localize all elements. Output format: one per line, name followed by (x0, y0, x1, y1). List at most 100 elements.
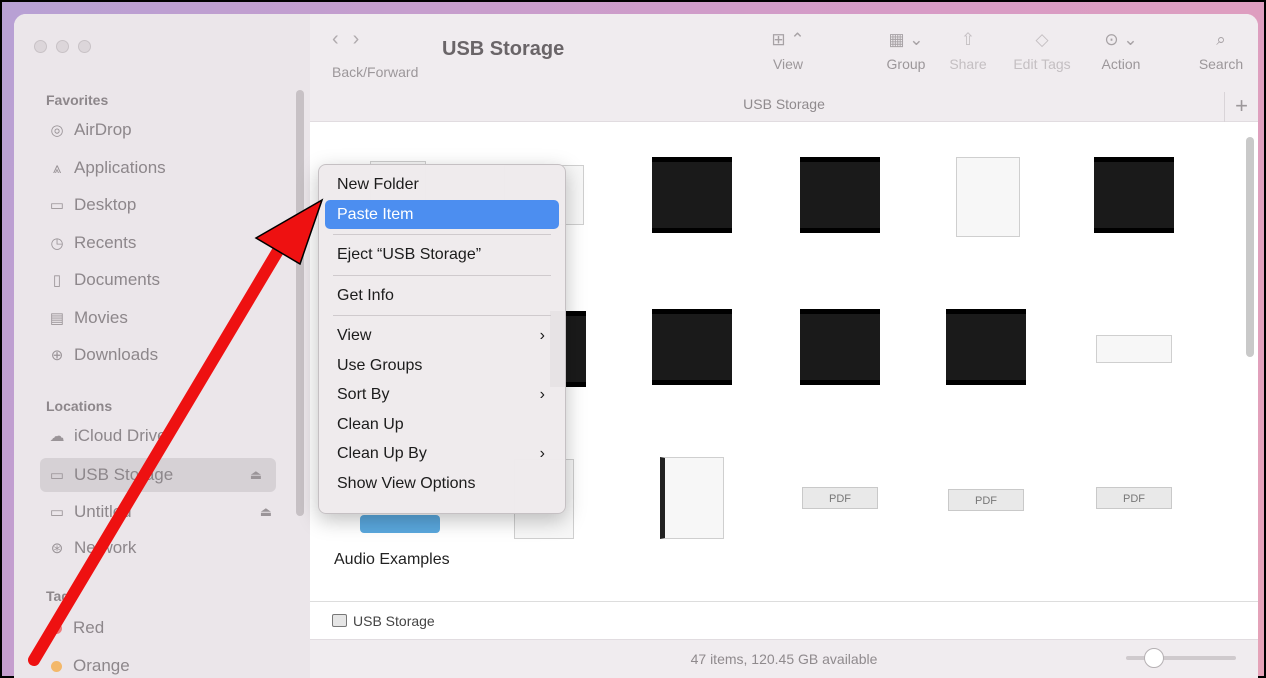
new-tab-button[interactable]: + (1224, 92, 1258, 122)
cloud-icon: ☁ (49, 428, 65, 445)
tag-icon: ◇ (1035, 30, 1049, 49)
pdf-thumbnail[interactable]: PDF (802, 487, 878, 509)
pdf-badge: PDF (975, 495, 997, 507)
sidebar-item-tag-orange[interactable]: Orange (46, 652, 286, 678)
menu-item-clean-up-by[interactable]: Clean Up By › (325, 439, 559, 469)
menu-item-label: Show View Options (337, 474, 476, 492)
sidebar-item-label: iCloud Drive (74, 426, 167, 445)
eject-icon[interactable]: ⏏ (250, 467, 262, 483)
video-thumbnail[interactable] (652, 157, 732, 233)
menu-item-clean-up[interactable]: Clean Up (325, 410, 559, 440)
video-thumbnail[interactable] (800, 157, 880, 233)
menu-separator (333, 234, 551, 235)
pdf-thumbnail[interactable]: PDF (948, 489, 1024, 511)
minimize-button[interactable] (56, 40, 69, 53)
menu-item-label: Eject “USB Storage” (337, 246, 482, 263)
video-thumbnail[interactable] (800, 309, 880, 385)
sidebar-item-icloud-drive[interactable]: ☁ iCloud Drive (46, 422, 286, 450)
video-thumbnail[interactable] (1094, 157, 1174, 233)
sidebar-item-downloads[interactable]: ⊕ Downloads (46, 341, 286, 369)
path-bar: USB Storage (310, 601, 1258, 639)
sidebar-item-label: Downloads (74, 345, 159, 364)
sidebar-item-network[interactable]: ⊛ Network (46, 534, 286, 562)
drive-icon: ▭ (49, 467, 65, 484)
menu-item-new-folder[interactable]: New Folder (325, 170, 559, 200)
content-scrollbar[interactable] (1246, 137, 1254, 357)
sidebar-item-label: AirDrop (74, 120, 132, 139)
group-button[interactable]: ▦ ⌄ Group (876, 30, 936, 72)
edit-tags-label: Edit Tags (1013, 56, 1071, 72)
tag-color-dot (51, 622, 62, 634)
share-label: Share (949, 56, 987, 72)
menu-item-get-info[interactable]: Get Info (325, 281, 559, 311)
locations-heading: Locations (46, 398, 113, 414)
applications-icon: ⩓ (52, 159, 62, 177)
file-label[interactable]: Audio Examples (334, 551, 450, 569)
action-button[interactable]: ⊙ ⌄ Action (1090, 30, 1152, 72)
drive-icon (332, 614, 347, 627)
group-icon: ▦ ⌄ (888, 30, 924, 49)
zoom-button[interactable] (78, 40, 91, 53)
globe-icon: ⊛ (50, 540, 64, 557)
sidebar-item-applications[interactable]: ⩓ Applications (46, 154, 286, 182)
folder-icon[interactable] (360, 515, 440, 533)
edit-tags-button[interactable]: ◇ Edit Tags (1004, 30, 1080, 72)
menu-item-label: Clean Up By (337, 445, 427, 462)
toolbar: ‹› Back/Forward USB Storage ⊞ ⌃ View ▦ ⌄… (310, 14, 1258, 122)
file-thumbnail[interactable] (1096, 335, 1172, 363)
sidebar-item-airdrop[interactable]: ◎ AirDrop (46, 116, 286, 144)
context-menu: New Folder Paste Item Eject “USB Storage… (318, 164, 566, 514)
film-icon: ▤ (49, 310, 65, 327)
sidebar-item-label: Recents (74, 233, 137, 252)
sidebar-item-label: USB Storage (74, 465, 174, 484)
airdrop-icon: ◎ (50, 122, 64, 139)
ellipsis-circle-icon: ⊙ ⌄ (1104, 30, 1138, 49)
menu-item-show-view-options[interactable]: Show View Options (325, 469, 559, 499)
path-bar-label[interactable]: USB Storage (353, 613, 435, 629)
group-label: Group (886, 56, 926, 72)
pdf-badge: PDF (1123, 493, 1145, 505)
video-thumbnail[interactable] (946, 309, 1026, 385)
icon-size-slider[interactable] (1126, 648, 1236, 668)
sidebar-item-recents[interactable]: ◷ Recents (46, 229, 286, 257)
menu-item-paste-item[interactable]: Paste Item (325, 199, 559, 229)
back-forward-buttons[interactable]: ‹› (332, 28, 373, 51)
menu-item-label: Get Info (337, 286, 394, 304)
close-button[interactable] (34, 40, 47, 53)
sidebar-item-movies[interactable]: ▤ Movies (46, 304, 286, 332)
menu-separator (333, 315, 551, 316)
status-text: 47 items, 120.45 GB available (690, 651, 878, 667)
submenu-chevron-icon: › (539, 445, 545, 462)
tag-color-dot (51, 660, 62, 672)
file-thumbnail[interactable] (956, 157, 1020, 237)
tags-heading: Tags (46, 588, 78, 604)
menu-item-view[interactable]: View › (325, 321, 559, 351)
file-thumbnail[interactable] (660, 457, 724, 539)
sidebar-item-label: Orange (73, 656, 130, 675)
sidebar-item-untitled[interactable]: ▭ Untitled ⏏ (46, 498, 286, 526)
sidebar-item-documents[interactable]: ▯ Documents (46, 266, 286, 294)
status-bar: 47 items, 120.45 GB available (310, 639, 1258, 678)
search-icon: ⌕ (1216, 30, 1226, 49)
share-button[interactable]: ⇧ Share (946, 30, 990, 72)
menu-item-label: Clean Up (337, 415, 404, 433)
slider-knob[interactable] (1144, 648, 1164, 668)
submenu-chevron-icon: › (539, 386, 545, 403)
favorites-heading: Favorites (46, 92, 109, 108)
menu-item-eject[interactable]: Eject “USB Storage” (325, 240, 559, 270)
drive-icon: ▭ (49, 504, 65, 521)
menu-item-sort-by[interactable]: Sort By › (325, 380, 559, 410)
desktop-icon: ▭ (49, 197, 65, 214)
search-button[interactable]: ⌕ Search (1196, 30, 1246, 72)
video-thumbnail[interactable] (652, 309, 732, 385)
sidebar-scrollbar[interactable] (296, 90, 304, 516)
eject-icon[interactable]: ⏏ (260, 504, 272, 520)
sidebar-item-desktop[interactable]: ▭ Desktop (46, 191, 286, 219)
finder-window: Favorites ◎ AirDrop ⩓ Applications ▭ Deskto… (14, 14, 1258, 678)
sidebar-item-label: Network (74, 538, 137, 557)
menu-item-use-groups[interactable]: Use Groups (325, 351, 559, 381)
sidebar-item-tag-red[interactable]: Red (46, 614, 286, 642)
sidebar-item-usb-storage[interactable]: ▭ USB Storage ⏏ (40, 458, 276, 492)
view-button[interactable]: ⊞ ⌃ View (758, 30, 818, 72)
pdf-thumbnail[interactable]: PDF (1096, 487, 1172, 509)
